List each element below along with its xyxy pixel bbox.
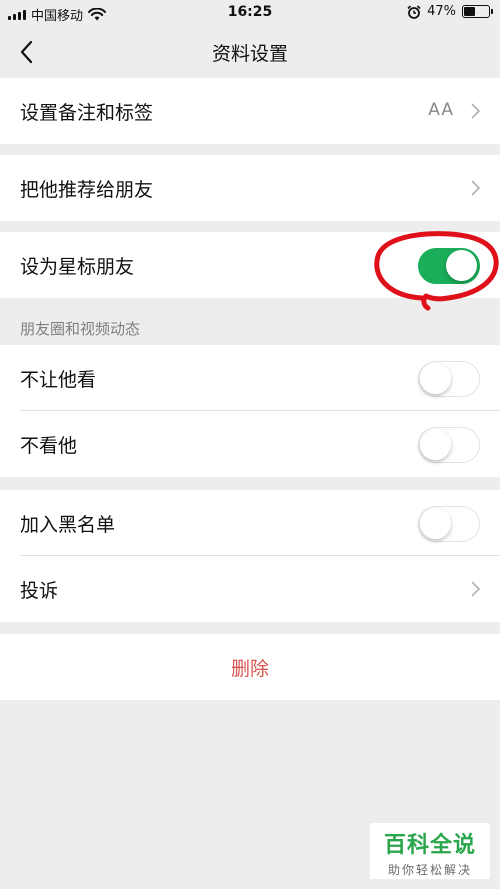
- nav-bar: 资料设置: [0, 26, 500, 78]
- battery-fill: [464, 7, 476, 16]
- row-blacklist: 加入黑名单: [0, 490, 500, 556]
- page-title: 资料设置: [211, 43, 288, 65]
- status-right: 47%: [407, 4, 493, 19]
- chevron-right-icon: [471, 103, 481, 119]
- section-header-moments: 朋友圈和视频动态: [20, 320, 141, 338]
- chevron-right-icon: [471, 180, 481, 196]
- row-hide-my-moments: 不让他看: [0, 345, 500, 411]
- watermark-logo: 百科全说 助你轻松解决: [370, 823, 490, 879]
- status-bar: 中国移动 16:25 47%: [0, 0, 500, 26]
- hide-my-moments-toggle[interactable]: [418, 361, 480, 397]
- row-label: 设置备注和标签: [20, 101, 154, 124]
- delete-label: 删除: [230, 657, 269, 680]
- group-blacklist: 加入黑名单 投诉: [0, 490, 500, 622]
- group-remark: 设置备注和标签 AA: [0, 78, 500, 144]
- toggle-knob: [420, 508, 451, 539]
- toggle-knob: [420, 429, 451, 460]
- row-complain[interactable]: 投诉: [0, 556, 500, 622]
- group-star: 设为星标朋友: [0, 232, 500, 298]
- row-hide-his-moments: 不看他: [0, 411, 500, 477]
- row-label: 设为星标朋友: [20, 255, 135, 278]
- toggle-knob: [446, 250, 477, 281]
- row-label: 把他推荐给朋友: [20, 178, 154, 201]
- row-label: 不看他: [20, 434, 78, 457]
- row-label: 不让他看: [20, 368, 97, 391]
- chevron-right-icon: [471, 581, 481, 597]
- group-delete: 删除: [0, 634, 500, 700]
- delete-button[interactable]: 删除: [0, 634, 500, 700]
- remark-value: AA: [428, 100, 454, 120]
- watermark-subtitle: 助你轻松解决: [387, 863, 472, 877]
- watermark-title: 百科全说: [383, 833, 476, 858]
- alarm-icon: [407, 4, 421, 19]
- hide-his-moments-toggle[interactable]: [418, 427, 480, 463]
- group-moments: 不让他看 不看他: [0, 345, 500, 477]
- battery-icon: [462, 5, 493, 18]
- blacklist-toggle[interactable]: [418, 506, 480, 542]
- row-star-friend: 设为星标朋友: [0, 232, 500, 298]
- star-friend-toggle[interactable]: [418, 248, 480, 284]
- toggle-knob: [420, 363, 451, 394]
- row-set-remark[interactable]: 设置备注和标签 AA: [0, 78, 500, 144]
- row-label: 投诉: [20, 579, 59, 602]
- row-label: 加入黑名单: [20, 513, 116, 536]
- group-recommend: 把他推荐给朋友: [0, 155, 500, 221]
- battery-percent: 47%: [427, 4, 456, 19]
- row-recommend-friend[interactable]: 把他推荐给朋友: [0, 155, 500, 221]
